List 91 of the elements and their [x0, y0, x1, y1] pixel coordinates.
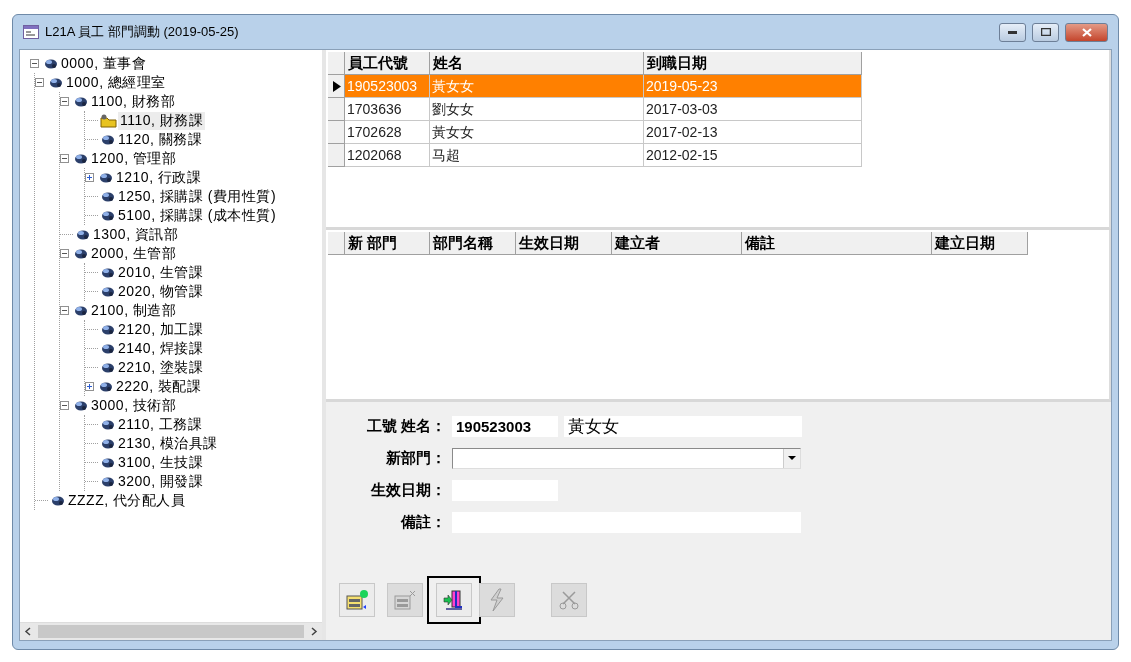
plus-icon: [86, 174, 93, 181]
tree-item[interactable]: 2130, 模治具課: [116, 434, 220, 453]
minus-icon: [61, 155, 68, 162]
tree-item[interactable]: 2220, 裝配課: [114, 377, 204, 396]
tree-item[interactable]: 2010, 生管課: [116, 263, 206, 282]
column-header[interactable]: 部門名稱: [430, 232, 516, 255]
collapse-toggle[interactable]: [60, 154, 69, 163]
expand-toggle[interactable]: [85, 173, 94, 182]
grid-corner: [328, 52, 345, 75]
collapse-toggle[interactable]: [60, 401, 69, 410]
table-cell: 2012-02-15: [644, 144, 862, 167]
table-cell: 1702628: [345, 121, 430, 144]
tree-item[interactable]: 1100, 財務部: [89, 92, 178, 111]
column-header[interactable]: 到職日期: [644, 52, 862, 75]
table-cell: 2017-02-13: [644, 121, 862, 144]
transfer-button[interactable]: [436, 583, 472, 617]
employee-id-field[interactable]: 190523003: [452, 415, 558, 437]
plus-icon: [86, 383, 93, 390]
tree-item[interactable]: 5100, 採購課 (成本性質): [116, 206, 279, 225]
table-cell: 黃女女: [430, 121, 644, 144]
tree-item[interactable]: 1250, 採購課 (費用性質): [116, 187, 279, 206]
tree-item[interactable]: 2100, 制造部: [89, 301, 179, 320]
tree-item[interactable]: 2210, 塗裝課: [116, 358, 206, 377]
minimize-icon: [1008, 30, 1017, 34]
tree-item[interactable]: 0000, 董事會: [59, 54, 149, 73]
minus-icon: [61, 307, 68, 314]
column-header[interactable]: 新 部門: [345, 232, 430, 255]
column-header[interactable]: 建立者: [612, 232, 742, 255]
column-header[interactable]: 建立日期: [932, 232, 1028, 255]
window-title: L21A 員工 部門調動 (2019-05-25): [45, 23, 240, 41]
minus-icon: [61, 250, 68, 257]
minimize-button[interactable]: [999, 22, 1026, 42]
tree-item[interactable]: 1110, 財務課: [118, 111, 206, 130]
collapse-toggle[interactable]: [35, 78, 44, 87]
table-cell: 马超: [430, 144, 644, 167]
table-cell: 190523003: [345, 75, 430, 98]
minus-icon: [36, 79, 43, 86]
tree-item[interactable]: ZZZZ, 代分配人員: [66, 491, 188, 510]
collapse-toggle[interactable]: [60, 97, 69, 106]
dropdown-arrow-icon: [788, 456, 796, 460]
minus-icon: [31, 60, 38, 67]
table-delete-icon: [393, 589, 417, 611]
tree-item[interactable]: 1210, 行政課: [114, 168, 204, 187]
tree-item[interactable]: 2000, 生管部: [89, 244, 179, 263]
employee-name-field[interactable]: 黃女女: [564, 415, 802, 437]
app-icon: [23, 25, 39, 39]
column-header[interactable]: 員工代號: [345, 52, 430, 75]
collapse-toggle[interactable]: [60, 249, 69, 258]
collapse-toggle[interactable]: [60, 306, 69, 315]
column-header[interactable]: 姓名: [430, 52, 644, 75]
close-button[interactable]: [1065, 22, 1108, 42]
add-button[interactable]: [339, 583, 375, 617]
field-label: 備註：: [399, 512, 446, 532]
tree-item[interactable]: 2120, 加工課: [116, 320, 206, 339]
tree-item[interactable]: 1120, 關務課: [116, 130, 205, 149]
tree-item[interactable]: 3200, 開發課: [116, 472, 206, 491]
table-add-icon: [345, 589, 369, 611]
tree-item[interactable]: 3100, 生技課: [116, 453, 206, 472]
row-pointer-icon: [331, 80, 341, 92]
tree-item[interactable]: 2110, 工務課: [116, 415, 205, 434]
tree-item[interactable]: 1200, 管理部: [89, 149, 179, 168]
scissors-icon: [558, 589, 580, 611]
close-icon: [1081, 27, 1092, 37]
table-cell: 1202068: [345, 144, 430, 167]
maximize-icon: [1040, 28, 1051, 36]
expand-toggle[interactable]: [85, 382, 94, 391]
field-label: 工號 姓名：: [365, 416, 446, 436]
column-header[interactable]: 生效日期: [516, 232, 612, 255]
table-cell: 2017-03-03: [644, 98, 862, 121]
row-selector[interactable]: [328, 75, 345, 98]
grid-corner: [328, 232, 345, 255]
tree-item[interactable]: 3000, 技術部: [89, 396, 179, 415]
minus-icon: [61, 402, 68, 409]
table-cell: 1703636: [345, 98, 430, 121]
lightning-icon: [487, 588, 507, 612]
tree-item[interactable]: 2140, 焊接課: [116, 339, 206, 358]
tree-item[interactable]: 1300, 資訊部: [91, 225, 181, 244]
tree-item[interactable]: 1000, 總經理室: [64, 73, 168, 92]
tree-item[interactable]: 2020, 物管課: [116, 282, 206, 301]
department-dropdown[interactable]: [452, 447, 801, 469]
horizontal-scrollbar[interactable]: [20, 622, 322, 640]
maximize-button[interactable]: [1032, 22, 1059, 42]
scrollbar-thumb[interactable]: [38, 625, 304, 638]
column-header[interactable]: 備註: [742, 232, 932, 255]
table-cell: 2019-05-23: [644, 75, 862, 98]
collapse-toggle[interactable]: [30, 59, 39, 68]
field-label: 新部門：: [385, 448, 446, 468]
table-cell: 黃女女: [430, 75, 644, 98]
minus-icon: [61, 98, 68, 105]
field-label: 生效日期：: [369, 480, 446, 500]
table-cell: 劉女女: [430, 98, 644, 121]
